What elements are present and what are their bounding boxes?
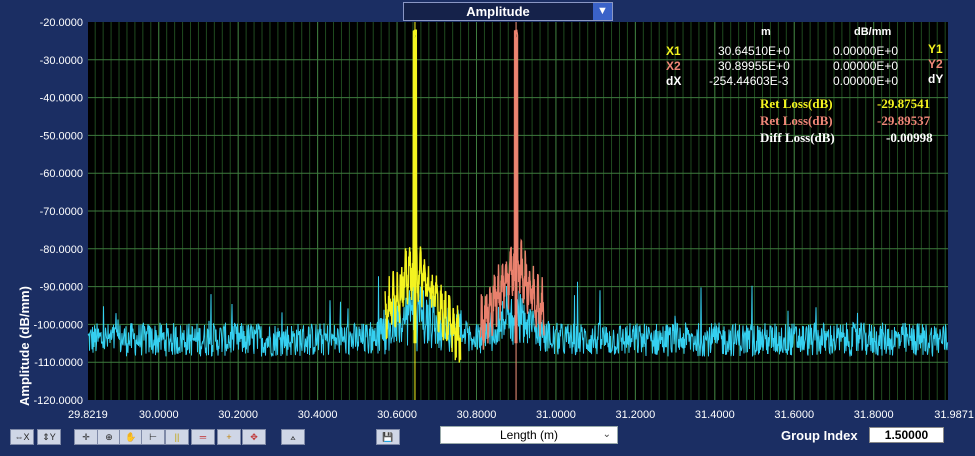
- x-axis-unit-selector[interactable]: Length (m) ⌄: [440, 426, 618, 444]
- value-x2-m: 30.89955E+0: [718, 59, 790, 73]
- amplitude-chart[interactable]: -20.0000 -30.0000 -40.0000 -50.0000 -60.0000…: [0, 0, 975, 456]
- x-tick-label: 29.8219: [68, 409, 108, 421]
- value-dy-db: 0.00000E+0: [833, 74, 899, 88]
- diff-loss-value: -0.00998: [886, 130, 933, 145]
- y-tick-label: -90.0000: [40, 282, 83, 294]
- label-y1: Y1: [928, 42, 943, 56]
- ret-loss-1-value: -29.87541: [877, 96, 931, 111]
- value-x1-m: 30.64510E+0: [718, 44, 790, 58]
- marker-icon[interactable]: ⟑: [281, 429, 305, 445]
- x-tick-label: 31.0000: [536, 409, 576, 421]
- y-tick-label: -20.0000: [40, 17, 83, 29]
- zoom-icon[interactable]: ⊕: [97, 429, 121, 445]
- x-tick-label: 30.2000: [218, 409, 258, 421]
- group-index-input[interactable]: 1.50000: [869, 427, 944, 443]
- x-tick-label: 30.0000: [139, 409, 179, 421]
- x-tick-label: 31.2000: [615, 409, 655, 421]
- x-tick-label: 31.9871: [934, 409, 974, 421]
- value-dx-m: -254.44603E-3: [709, 74, 789, 88]
- ret-loss-2-value: -29.89537: [877, 113, 931, 128]
- y-tick-label: -50.0000: [40, 130, 83, 142]
- chevron-down-icon: ⌄: [602, 429, 611, 440]
- col-header-dbmm: dB/mm: [854, 26, 892, 38]
- autoscale-y-icon[interactable]: ⇕Y: [37, 429, 61, 445]
- y-tick-label: -30.0000: [40, 55, 83, 67]
- x-tick-label: 31.6000: [774, 409, 814, 421]
- x-tick-label: 31.8000: [854, 409, 894, 421]
- ret-loss-1-label: Ret Loss(dB): [760, 96, 833, 111]
- measure-icon[interactable]: ⊢: [141, 429, 165, 445]
- x-tick-label: 31.4000: [695, 409, 735, 421]
- x-tick-label: 30.6000: [377, 409, 417, 421]
- y-tick-label: -70.0000: [40, 206, 83, 218]
- group-index-label: Group Index: [781, 428, 858, 443]
- horizontal-cursor-icon[interactable]: ═: [191, 429, 215, 445]
- x-tick-labels: 29.8219 30.0000 30.2000 30.4000 30.6000 30.80…: [68, 409, 974, 421]
- value-y2-db: 0.00000E+0: [833, 59, 899, 73]
- y-tick-label: -100.0000: [33, 319, 83, 331]
- y-tick-label: -110.0000: [34, 357, 83, 369]
- y-tick-label: -80.0000: [40, 244, 83, 256]
- y-tick-label: -60.0000: [40, 168, 83, 180]
- value-y1-db: 0.00000E+0: [833, 44, 899, 58]
- label-dy: dY: [928, 72, 944, 86]
- x-tick-label: 30.8000: [457, 409, 497, 421]
- y-tick-labels: -20.0000 -30.0000 -40.0000 -50.0000 -60.0000…: [33, 17, 83, 407]
- y-axis-label: Amplitude (dB/mm): [17, 286, 32, 406]
- center-cursor-icon[interactable]: ✥: [242, 429, 266, 445]
- autoscale-x-icon[interactable]: ⇔X: [10, 429, 34, 445]
- save-icon[interactable]: 💾: [376, 429, 400, 445]
- vertical-cursor-icon[interactable]: ||: [165, 429, 189, 445]
- y-tick-label: -40.0000: [40, 93, 83, 105]
- ret-loss-2-label: Ret Loss(dB): [760, 113, 833, 128]
- label-y2: Y2: [928, 57, 943, 71]
- x-tick-label: 30.4000: [298, 409, 338, 421]
- label-x1: X1: [666, 44, 681, 58]
- add-cursor-icon[interactable]: +: [217, 429, 241, 445]
- pan-hand-icon[interactable]: ✋: [119, 429, 143, 445]
- diff-loss-label: Diff Loss(dB): [760, 130, 835, 145]
- label-x2: X2: [666, 59, 681, 73]
- y-tick-label: -120.0000: [33, 395, 83, 407]
- label-dx: dX: [666, 74, 682, 88]
- crosshair-cursor-icon[interactable]: ✛: [74, 429, 98, 445]
- x-axis-unit-label: Length (m): [499, 428, 559, 442]
- col-header-m: m: [761, 26, 771, 38]
